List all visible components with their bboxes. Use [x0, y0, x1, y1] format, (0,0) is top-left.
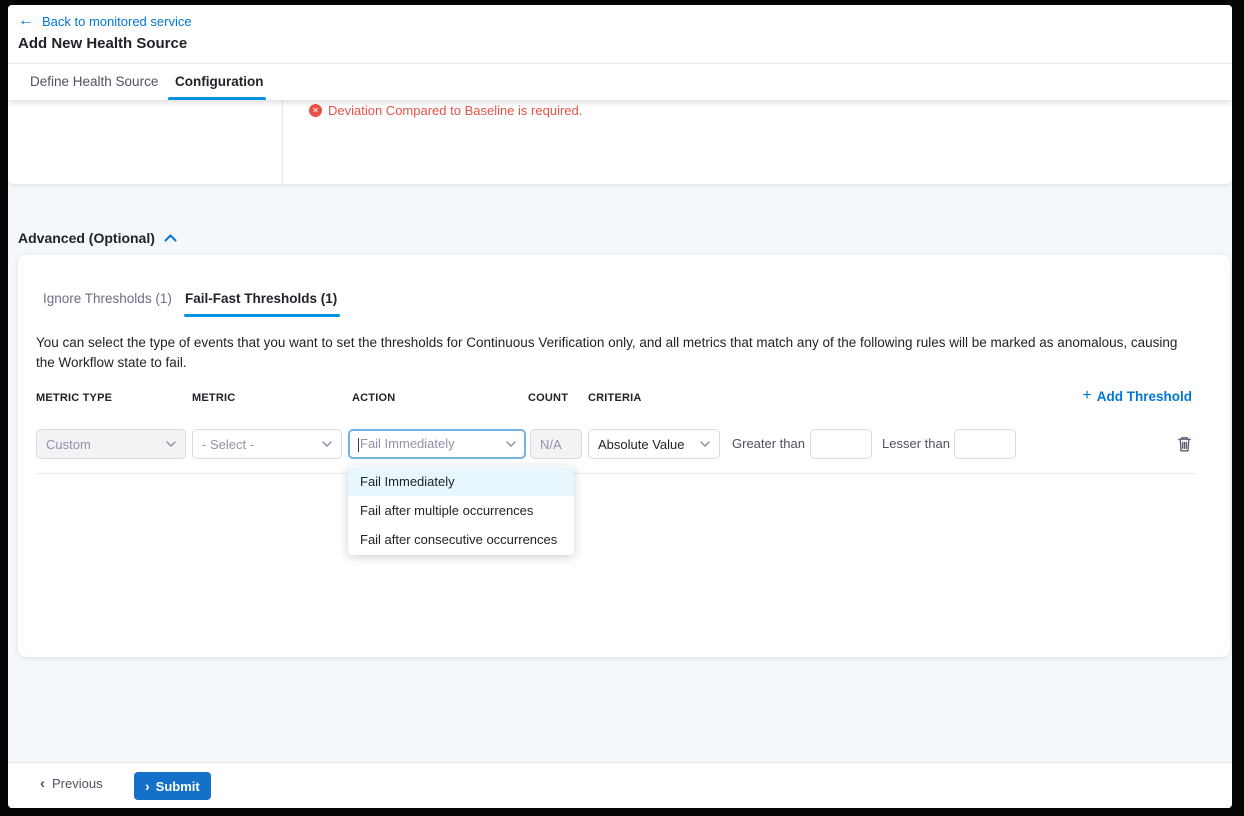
- top-header: ← Back to monitored service Add New Heal…: [8, 5, 1232, 63]
- chevron-up-icon: [164, 234, 177, 242]
- add-threshold-label: Add Threshold: [1097, 389, 1192, 404]
- card-active-tab-underline: [184, 314, 340, 317]
- panel-divider: [282, 100, 283, 184]
- menu-item-fail-after-multiple[interactable]: Fail after multiple occurrences: [348, 496, 574, 525]
- advanced-section-toggle[interactable]: Advanced (Optional): [18, 230, 177, 246]
- metric-select[interactable]: - Select -: [192, 429, 342, 459]
- tab-ignore-thresholds[interactable]: Ignore Thresholds (1): [43, 291, 172, 306]
- greater-than-label: Greater than: [732, 429, 805, 459]
- validation-error-text: Deviation Compared to Baseline is requir…: [328, 103, 582, 118]
- screenshot-frame: ← Back to monitored service Add New Heal…: [0, 0, 1244, 816]
- menu-item-fail-after-consecutive[interactable]: Fail after consecutive occurrences: [348, 525, 574, 554]
- action-select[interactable]: Fail Immediately: [348, 429, 526, 459]
- greater-than-input[interactable]: [810, 429, 872, 459]
- count-input[interactable]: N/A: [530, 429, 582, 459]
- wizard-footer: ‹ Previous › Submit: [8, 762, 1232, 808]
- lesser-than-input[interactable]: [954, 429, 1016, 459]
- active-tab-underline: [168, 97, 266, 100]
- page-title: Add New Health Source: [18, 35, 187, 52]
- column-header-metric-type: METRIC TYPE: [36, 392, 112, 404]
- tab-fail-fast-thresholds[interactable]: Fail-Fast Thresholds (1): [185, 291, 337, 306]
- menu-item-fail-immediately[interactable]: Fail Immediately: [348, 467, 574, 496]
- advanced-section-label: Advanced (Optional): [18, 230, 155, 246]
- tab-configuration[interactable]: Configuration: [175, 74, 263, 89]
- back-link-label: Back to monitored service: [42, 14, 192, 29]
- criteria-select[interactable]: Absolute Value: [588, 429, 720, 459]
- metric-select-placeholder: - Select -: [202, 437, 254, 452]
- add-threshold-button[interactable]: + Add Threshold: [1082, 388, 1192, 404]
- previous-button[interactable]: ‹ Previous: [40, 776, 103, 791]
- lesser-than-label: Lesser than: [882, 429, 950, 459]
- column-header-count: COUNT: [528, 392, 568, 404]
- action-select-value: Fail Immediately: [360, 436, 455, 451]
- chevron-down-icon: [322, 441, 332, 447]
- action-dropdown-menu: Fail Immediately Fail after multiple occ…: [348, 466, 574, 555]
- submit-button-label: Submit: [156, 779, 200, 794]
- chevron-right-icon: ›: [145, 779, 150, 793]
- app-window: ← Back to monitored service Add New Heal…: [8, 5, 1232, 808]
- column-header-action: ACTION: [352, 392, 395, 404]
- thresholds-description: You can select the type of events that y…: [36, 333, 1196, 373]
- threshold-row: Custom - Select - Fail Immediately N/A A…: [18, 429, 1230, 459]
- column-header-metric: METRIC: [192, 392, 235, 404]
- submit-button[interactable]: › Submit: [134, 772, 211, 800]
- back-arrow-icon: ←: [18, 13, 34, 29]
- count-value: N/A: [540, 437, 562, 452]
- chevron-down-icon: [506, 441, 516, 447]
- plus-icon: +: [1082, 388, 1091, 404]
- wizard-tabbar: Define Health Source Configuration: [8, 63, 1232, 100]
- tab-define-health-source[interactable]: Define Health Source: [30, 74, 158, 89]
- column-header-criteria: CRITERIA: [588, 392, 642, 404]
- chevron-down-icon: [700, 441, 710, 447]
- delete-row-button[interactable]: [1176, 435, 1194, 453]
- chevron-down-icon: [166, 441, 176, 447]
- error-icon: ✕: [309, 104, 322, 117]
- thresholds-card: Ignore Thresholds (1) Fail-Fast Threshol…: [18, 255, 1230, 657]
- text-cursor: [358, 438, 359, 452]
- criteria-value: Absolute Value: [598, 437, 685, 452]
- validation-error: ✕ Deviation Compared to Baseline is requ…: [309, 103, 582, 118]
- metric-type-select[interactable]: Custom: [36, 429, 186, 459]
- previous-button-label: Previous: [52, 776, 103, 791]
- trash-icon: [1176, 435, 1193, 453]
- metric-type-value: Custom: [46, 437, 91, 452]
- chevron-left-icon: ‹: [40, 776, 45, 791]
- back-link[interactable]: ← Back to monitored service: [18, 13, 192, 29]
- configuration-panel: ✕ Deviation Compared to Baseline is requ…: [8, 100, 1232, 184]
- row-divider: [36, 473, 1196, 474]
